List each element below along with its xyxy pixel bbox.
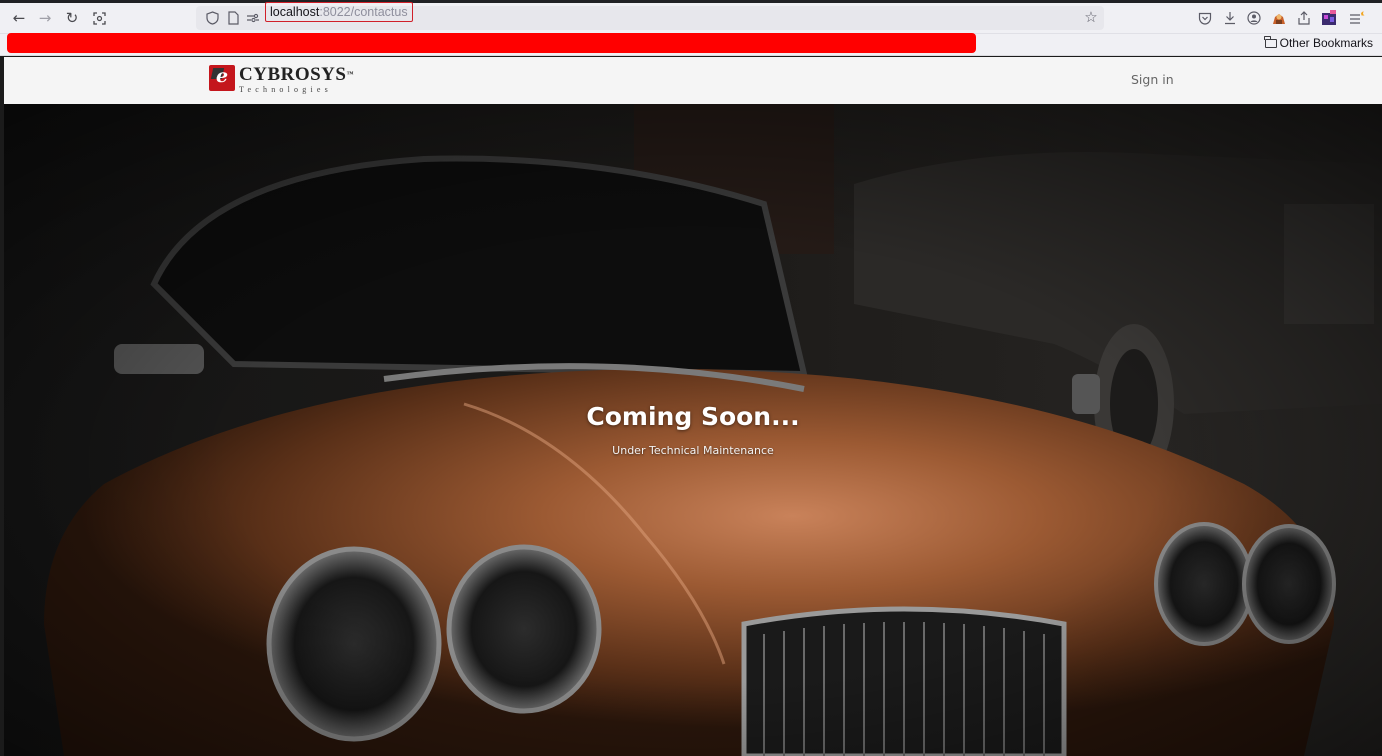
share-icon[interactable] bbox=[1295, 9, 1313, 27]
pocket-icon[interactable] bbox=[1196, 9, 1214, 27]
redaction-bar bbox=[7, 33, 976, 53]
account-icon[interactable] bbox=[1245, 9, 1263, 27]
hero-subtitle: Under Technical Maintenance bbox=[612, 444, 774, 457]
reload-icon[interactable]: ↻ bbox=[62, 8, 82, 28]
logo-mark-icon bbox=[209, 65, 235, 91]
logo-name: CYBROSYS™ bbox=[239, 65, 354, 84]
menu-icon[interactable] bbox=[1348, 9, 1366, 27]
permissions-icon[interactable] bbox=[245, 9, 261, 27]
page-icon[interactable] bbox=[225, 9, 241, 27]
bookmarks-toolbar: Other Bookmarks bbox=[0, 33, 1382, 56]
logo-text: CYBROSYS™ Technologies bbox=[239, 65, 354, 95]
url-path: :8022/contactus bbox=[319, 5, 408, 19]
back-arrow-icon[interactable]: ← bbox=[9, 8, 29, 28]
logo-name-text: CYBROSYS bbox=[239, 64, 347, 85]
url-text[interactable]: localhost:8022/contactus bbox=[265, 2, 413, 22]
download-icon[interactable] bbox=[1221, 9, 1239, 27]
site-logo[interactable]: CYBROSYS™ Technologies bbox=[209, 65, 354, 95]
window-top-strip bbox=[0, 0, 1382, 3]
hero-title: Coming Soon... bbox=[586, 402, 800, 431]
folder-icon bbox=[1264, 36, 1277, 48]
site-header: CYBROSYS™ Technologies Sign in bbox=[4, 57, 1382, 104]
screenshot-icon[interactable] bbox=[89, 8, 109, 28]
forward-arrow-icon[interactable]: → bbox=[35, 8, 55, 28]
extension2-icon[interactable] bbox=[1320, 9, 1338, 27]
shield-icon[interactable] bbox=[204, 9, 220, 27]
sign-in-link[interactable]: Sign in bbox=[1131, 72, 1174, 87]
url-host: localhost bbox=[270, 5, 320, 19]
extension-icon[interactable] bbox=[1270, 9, 1288, 27]
hero-banner: Coming Soon... Under Technical Maintenan… bbox=[4, 104, 1382, 756]
browser-toolbar: ← → ↻ localhost:8022/contactus ☆ bbox=[0, 0, 1382, 34]
other-bookmarks-folder[interactable]: Other Bookmarks bbox=[1264, 36, 1373, 50]
logo-subtitle: Technologies bbox=[239, 85, 332, 94]
other-bookmarks-label: Other Bookmarks bbox=[1279, 36, 1373, 50]
logo-tm: ™ bbox=[346, 70, 354, 78]
bookmark-star-icon[interactable]: ☆ bbox=[1083, 8, 1099, 26]
